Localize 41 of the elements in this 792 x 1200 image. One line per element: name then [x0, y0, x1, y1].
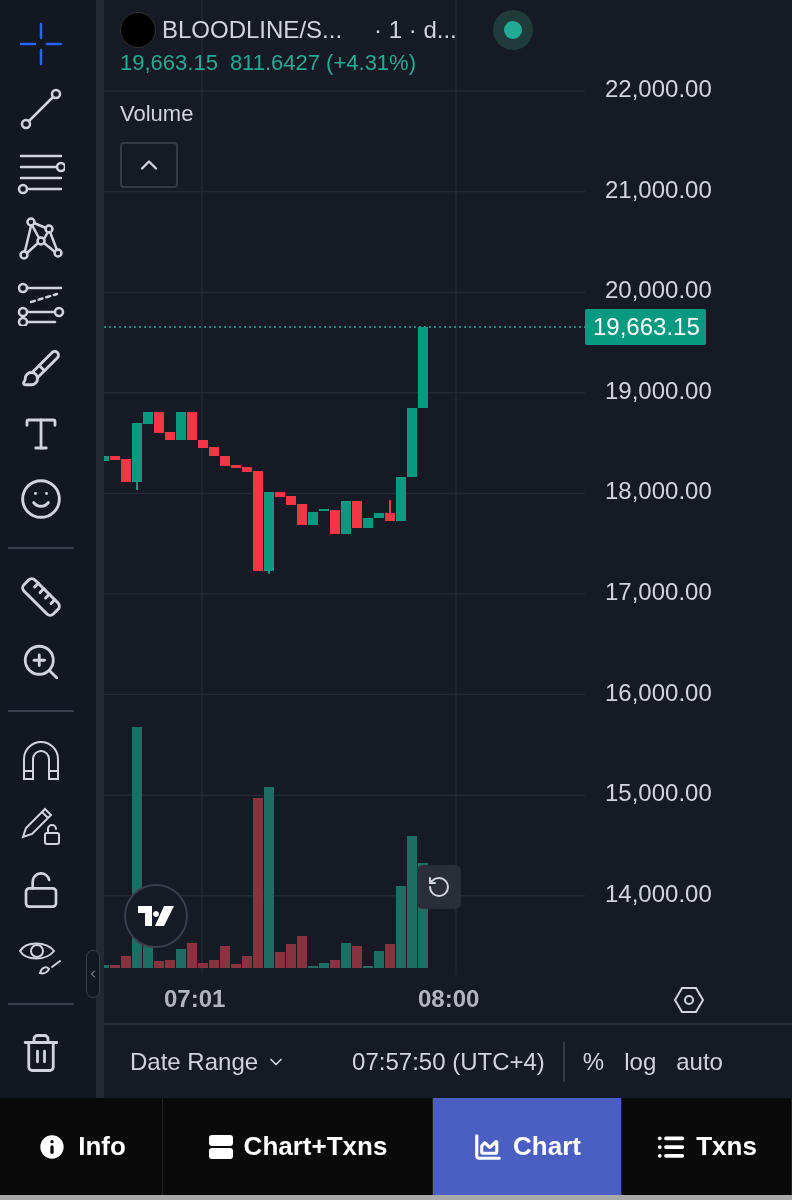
interval-text: · 1 · d... — [374, 16, 457, 44]
fib-icon — [17, 282, 65, 326]
price-axis-label: 22,000.00 — [605, 75, 712, 103]
last-price: 19,663.15 — [120, 50, 218, 76]
price-axis-label: 21,000.00 — [605, 175, 712, 204]
crosshair-icon — [19, 22, 63, 66]
date-range-dropdown[interactable]: Date Range — [130, 1047, 287, 1076]
scale-option-button[interactable]: log — [614, 1047, 667, 1076]
time-axis-label: 07:01 — [164, 985, 226, 1013]
horizontal-lines-icon — [17, 152, 65, 196]
candle — [341, 501, 351, 534]
price-axis-label: 17,000.00 — [605, 578, 712, 606]
token-logo — [120, 12, 156, 48]
scale-option-button[interactable]: % — [572, 1047, 615, 1076]
ruler-icon — [19, 575, 63, 619]
clock-time: 07:57:50 (UTC+4) — [352, 1047, 545, 1076]
volume-label: Volume — [120, 101, 194, 127]
price-axis-label: 20,000.00 — [605, 276, 712, 305]
price-axis-label: 18,000.00 — [605, 477, 712, 506]
view-tab[interactable]: Chart — [433, 1098, 622, 1195]
price-axis-label: 16,000.00 — [605, 678, 712, 707]
emoji-icon — [19, 477, 63, 521]
magnet-icon — [21, 739, 61, 781]
price-axis-label: 15,000.00 — [605, 779, 712, 808]
symbol-name[interactable]: BLOODLINE/S... — [162, 16, 343, 44]
split-panel-icon — [207, 1133, 234, 1160]
current-price-tag: 19,663.15 — [585, 309, 706, 345]
scale-option-button[interactable]: auto — [666, 1047, 733, 1076]
reset-icon — [427, 875, 451, 899]
time-axis-label: 08:00 — [418, 985, 480, 1013]
candle — [209, 447, 219, 456]
price-change: 811.6427 (+4.31%) — [229, 50, 416, 76]
area-chart-icon — [473, 1131, 504, 1162]
settings-icon[interactable] — [674, 985, 704, 1015]
collapse-button[interactable] — [120, 142, 178, 188]
market-status-dot — [492, 10, 533, 50]
trend-line-icon — [19, 87, 63, 131]
reset-chart-button[interactable] — [417, 865, 461, 909]
pattern-icon — [19, 217, 63, 261]
price-axis-label: 19,000.00 — [605, 376, 712, 405]
price-axis-label: 14,000.00 — [605, 879, 712, 908]
